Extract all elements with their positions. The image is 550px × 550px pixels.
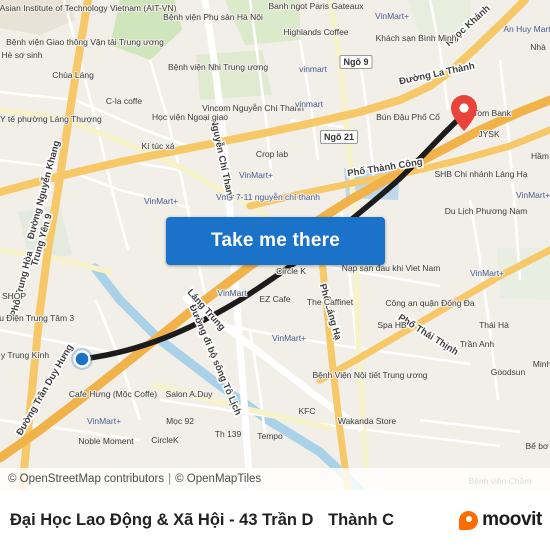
- moovit-wordmark: moovit: [482, 509, 542, 530]
- openmaptiles-link[interactable]: © OpenMapTiles: [175, 473, 261, 485]
- trip-destination-label: Thành C: [328, 511, 395, 529]
- openstreetmap-link[interactable]: © OpenStreetMap contributors: [8, 473, 164, 485]
- map-screen: Ngọc Khánh Đường La Thành Phố Thành Công Ph…: [0, 0, 550, 550]
- footer-bar: Đại Học Lao Động & Xã Hội - 43 Trần D Th…: [0, 490, 550, 550]
- map-attribution: © OpenStreetMap contributors | © OpenMap…: [0, 468, 550, 490]
- moovit-logo[interactable]: moovit: [459, 509, 550, 531]
- moovit-mark-icon: [459, 510, 479, 530]
- map-canvas[interactable]: Ngọc Khánh Đường La Thành Phố Thành Công Ph…: [0, 0, 550, 490]
- attribution-separator: |: [168, 473, 172, 485]
- take-me-there-button[interactable]: Take me there: [166, 217, 385, 265]
- trip-title: Đại Học Lao Động & Xã Hội - 43 Trần D Th…: [0, 510, 459, 530]
- trip-origin-label: Đại Học Lao Động & Xã Hội - 43 Trần D: [10, 511, 314, 529]
